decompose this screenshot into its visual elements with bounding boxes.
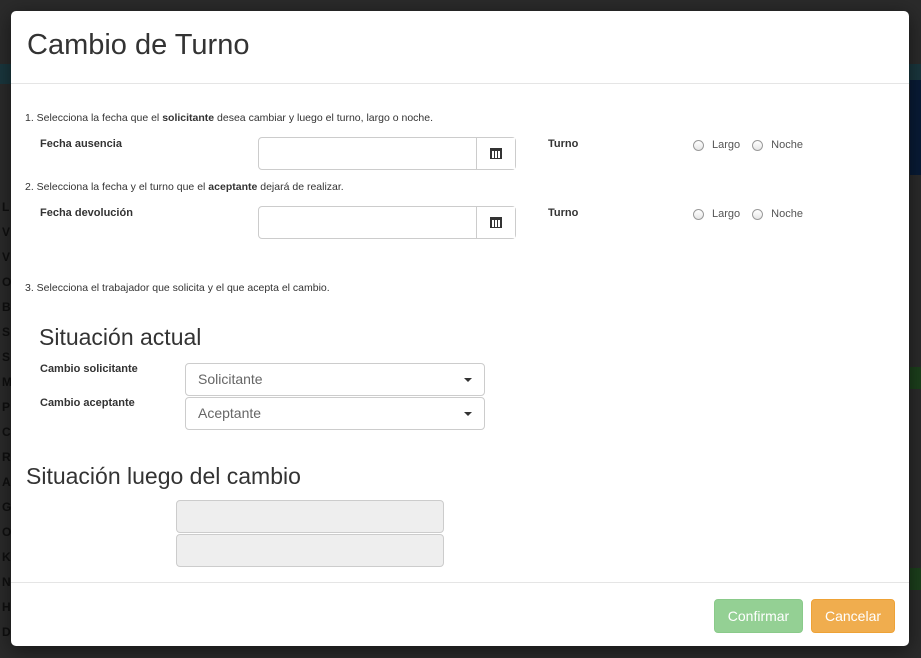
aceptante-placeholder: Aceptante (198, 405, 262, 421)
chevron-down-icon (464, 412, 472, 416)
resultado-solicitante-field (176, 500, 444, 533)
radio-largo-2[interactable] (693, 208, 704, 220)
fecha-ausencia-field[interactable] (258, 137, 516, 170)
turno-radio-group-1: Largo Noche (693, 139, 815, 151)
fecha-ausencia-label: Fecha ausencia (40, 138, 122, 150)
confirm-button[interactable]: Confirmar (714, 599, 803, 633)
modal-footer: Confirmar Cancelar (11, 582, 909, 646)
step-1-bold: solicitante (162, 112, 215, 124)
step-2-text-end: dejará de realizar. (257, 181, 344, 193)
radio-noche-1[interactable] (752, 139, 764, 151)
step-2-text: 2. Selecciona la fecha y el turno que el (25, 181, 209, 193)
situacion-luego-heading: Situación luego del cambio (26, 463, 301, 489)
resultado-aceptante-field (176, 534, 444, 567)
modal-title: Cambio de Turno (27, 29, 250, 61)
cambio-solicitante-label: Cambio solicitante (40, 363, 138, 375)
cancel-button[interactable]: Cancelar (811, 599, 895, 633)
fecha-devolucion-label: Fecha devolución (40, 207, 133, 219)
modal-header: Cambio de Turno (11, 11, 909, 84)
step-3-instruction: 3. Selecciona el trabajador que solicita… (25, 282, 330, 294)
step-1-text-end: desea cambiar y luego el turno, largo o … (214, 112, 434, 124)
fecha-ausencia-calendar-button[interactable] (476, 138, 515, 169)
step-1-instruction: 1. Selecciona la fecha que el solicitant… (25, 112, 433, 124)
turno-label: Turno (548, 138, 579, 150)
cambio-aceptante-label: Cambio aceptante (40, 397, 135, 409)
fecha-devolucion-calendar-button[interactable] (476, 207, 515, 238)
step-2-instruction: 2. Selecciona la fecha y el turno que el… (25, 181, 344, 193)
fecha-devolucion-field[interactable] (258, 206, 516, 239)
calendar-icon (490, 148, 502, 159)
cambio-turno-modal: Cambio de Turno 1. Selecciona la fecha q… (11, 11, 909, 646)
step-2-bold: aceptante (208, 181, 258, 193)
radio-noche-2[interactable] (752, 208, 764, 220)
radio-largo-label: Largo (712, 139, 741, 151)
radio-largo-1[interactable] (693, 139, 704, 151)
solicitante-placeholder: Solicitante (198, 371, 263, 387)
aceptante-select[interactable]: Aceptante (185, 397, 485, 430)
turno-label: Turno (548, 207, 579, 219)
radio-noche-label: Noche (771, 139, 803, 151)
turno-radio-group-2: Largo Noche (693, 208, 815, 220)
radio-largo-label: Largo (712, 208, 741, 220)
calendar-icon (490, 217, 502, 228)
solicitante-select[interactable]: Solicitante (185, 363, 485, 396)
radio-noche-label: Noche (771, 208, 803, 220)
step-1-text: 1. Selecciona la fecha que el (25, 112, 163, 124)
chevron-down-icon (464, 378, 472, 382)
situacion-actual-heading: Situación actual (39, 324, 202, 350)
